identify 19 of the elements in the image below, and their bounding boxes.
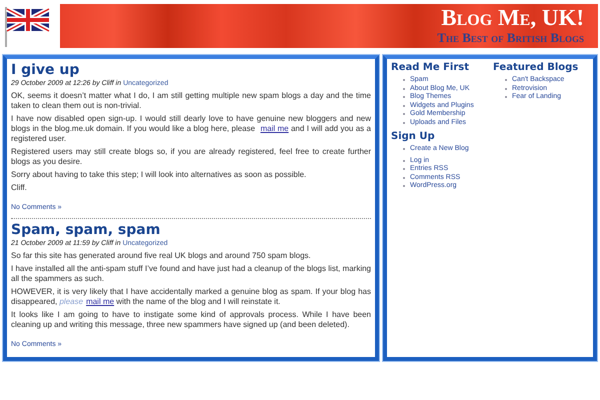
site-title[interactable]: Blog Me, UK! <box>441 6 584 30</box>
post-paragraph: HOWEVER, it is very likely that I have accidentally marked a genuine blog as spam. If your blog has disappeared, please mail me with the name of the blog and I will reinstate it. <box>11 287 371 307</box>
site-tagline: The Best of British Blogs <box>437 30 584 46</box>
post-paragraph: I have now disabled open sign-up. I would still dearly love to have genuine new bloggers and new blogs in the blog.me.uk domain. If you would like a blog here, please mail me and I will add you as a registered user. <box>11 114 371 144</box>
post-paragraph: Sorry about having to take this step; I will look into alternatives as soon as possible. <box>11 170 308 180</box>
sidebar-heading: Sign Up <box>391 130 436 144</box>
post-paragraph: I have installed all the anti-spam stuff I’ve found and have just had a cleanup of the blogs list, marking all the spammers as such. <box>11 264 371 284</box>
post-title[interactable]: I give up <box>11 62 80 79</box>
union-flag-icon <box>2 4 52 48</box>
post-paragraph: Cliff. <box>11 183 28 193</box>
sidebar-heading: Featured Blogs <box>493 61 580 75</box>
mail-link[interactable]: mail me <box>260 124 289 133</box>
post-paragraph: OK, seems it doesn’t matter what I do, I am still getting multiple new spam blogs a day and the time taken to clean them out is non-trivial. <box>11 91 371 111</box>
post-title[interactable]: Spam, spam, spam <box>11 222 160 239</box>
sidebar-heading: Read Me First <box>391 61 470 75</box>
mail-link[interactable]: mail me <box>86 297 114 306</box>
post-paragraph: So far this site has generated around five real UK blogs and around 750 spam blogs. <box>11 251 312 261</box>
post-paragraph: It looks like I am going to have to instigate some kind of approvals process. While I have been cleaning up and writing this message, three new spammers have signed up (and been deleted). <box>11 310 371 330</box>
post-paragraph: Registered users may still create blogs so, if you are already registered, feel free to create further blogs as you desire. <box>11 147 371 167</box>
